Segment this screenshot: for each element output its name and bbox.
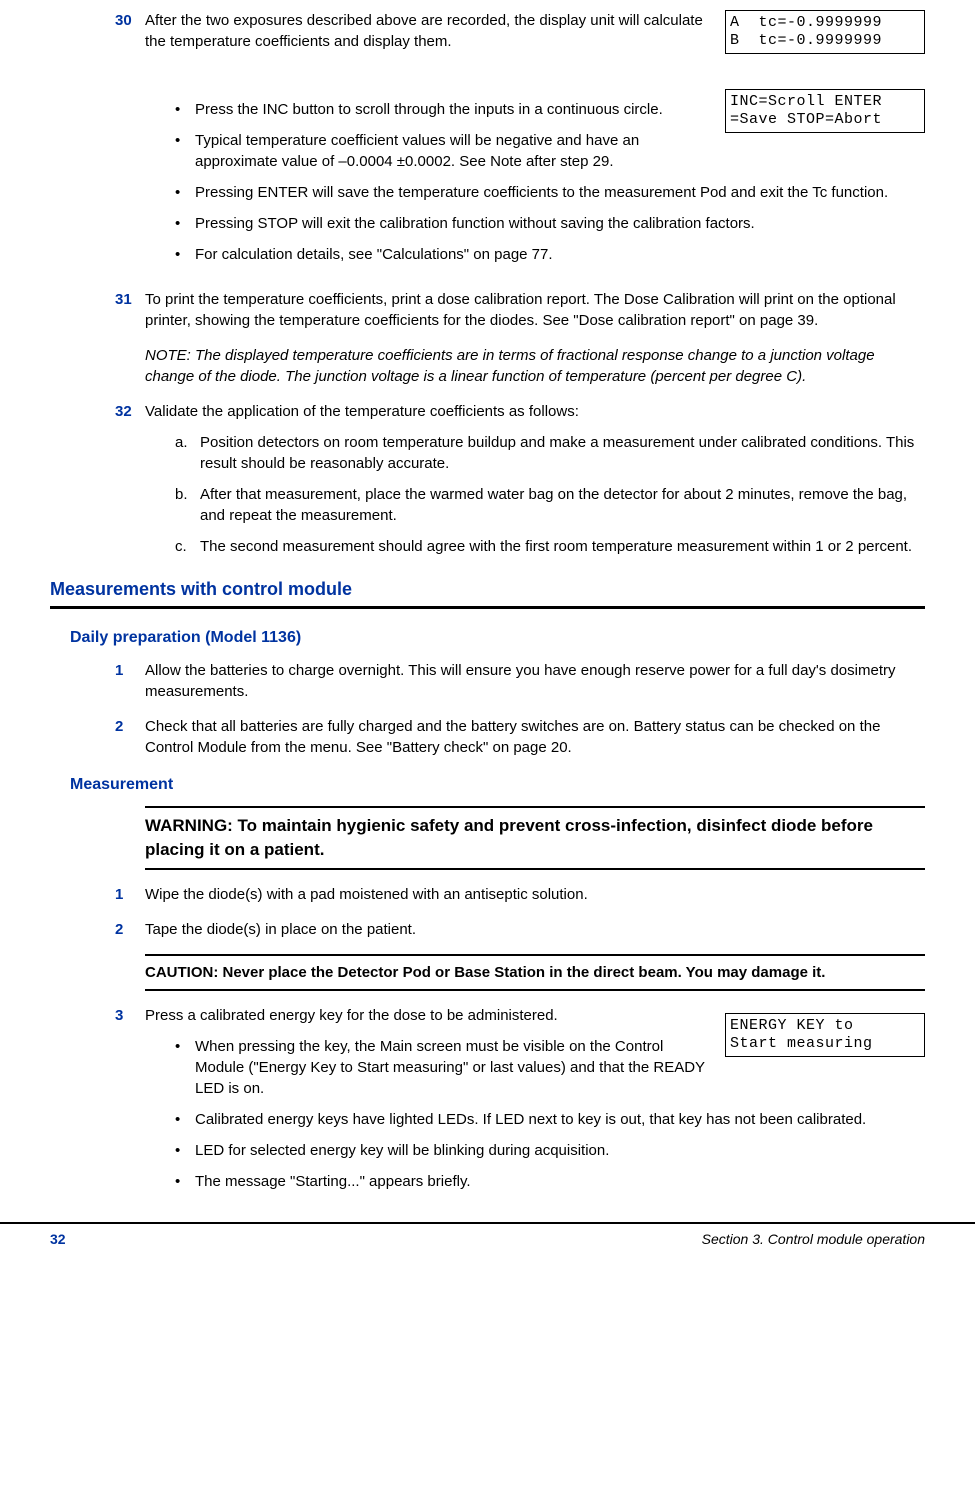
daily-step-2: 2Check that all batteries are fully char…	[145, 716, 925, 758]
step-text: Allow the batteries to charge overnight.…	[145, 662, 895, 700]
section-label: Section 3. Control module operation	[702, 1230, 925, 1250]
step-text: Wipe the diode(s) with a pad moistened w…	[145, 886, 588, 903]
caution-text: CAUTION: Never place the Detector Pod or…	[145, 964, 825, 981]
lcd-line: B tc=-0.9999999	[730, 32, 882, 49]
sub-letter: a.	[175, 432, 188, 453]
lcd-display-tc: A tc=-0.9999999 B tc=-0.9999999	[725, 10, 925, 54]
daily-step-1: 1Allow the batteries to charge overnight…	[145, 660, 925, 702]
heading-rule	[50, 606, 925, 609]
bullet-text: When pressing the key, the Main screen m…	[195, 1038, 705, 1097]
step-text: To print the temperature coefficients, p…	[145, 291, 896, 329]
step-number: 1	[115, 884, 145, 905]
warning-box: WARNING: To maintain hygienic safety and…	[145, 806, 925, 870]
bullet-item: Calibrated energy keys have lighted LEDs…	[175, 1109, 925, 1130]
bullet-text: Press the INC button to scroll through t…	[195, 101, 663, 118]
step-number: 1	[115, 660, 145, 681]
meas-step-2: 2Tape the diode(s) in place on the patie…	[145, 919, 925, 940]
step-number: 2	[115, 716, 145, 737]
heading-measurements: Measurements with control module	[50, 577, 925, 602]
bullet-item: The message "Starting..." appears briefl…	[175, 1171, 925, 1192]
sub-item: a. Position detectors on room temperature…	[175, 432, 925, 474]
bullet-text: Calibrated energy keys have lighted LEDs…	[195, 1111, 866, 1128]
step-number: 3	[115, 1005, 145, 1026]
meas-step-3: 3Press a calibrated energy key for the d…	[145, 1005, 925, 1202]
bullet-item: When pressing the key, the Main screen m…	[175, 1036, 925, 1099]
step-text: Validate the application of the temperat…	[145, 403, 579, 420]
bullet-item: Press the INC button to scroll through t…	[175, 99, 925, 120]
bullet-item: Typical temperature coefficient values w…	[175, 130, 925, 172]
step-text: After the two exposures described above …	[145, 12, 703, 50]
bullet-text: Pressing ENTER will save the temperature…	[195, 184, 888, 201]
bullet-item: For calculation details, see "Calculatio…	[175, 244, 925, 265]
bullet-text: The message "Starting..." appears briefl…	[195, 1173, 471, 1190]
bullet-text: LED for selected energy key will be blin…	[195, 1142, 609, 1159]
note: NOTE: The displayed temperature coeffici…	[145, 345, 925, 387]
sub-letter: c.	[175, 536, 187, 557]
step-text: Press a calibrated energy key for the do…	[145, 1007, 558, 1024]
heading-daily-prep: Daily preparation (Model 1136)	[70, 627, 925, 649]
step-31: 31To print the temperature coefficients,…	[145, 289, 925, 331]
warning-text: WARNING: To maintain hygienic safety and…	[145, 816, 873, 859]
step-number: 31	[115, 289, 145, 310]
sub-text: After that measurement, place the warmed…	[200, 486, 907, 524]
sub-item: c. The second measurement should agree wi…	[175, 536, 925, 557]
step-text: Tape the diode(s) in place on the patien…	[145, 921, 416, 938]
meas-step-1: 1Wipe the diode(s) with a pad moistened …	[145, 884, 925, 905]
sub-item: b. After that measurement, place the warm…	[175, 484, 925, 526]
bullet-text: Pressing STOP will exit the calibration …	[195, 215, 755, 232]
step-32: 32Validate the application of the temper…	[145, 401, 925, 557]
step-text: Check that all batteries are fully charg…	[145, 718, 880, 756]
sub-text: Position detectors on room temperature b…	[200, 434, 914, 472]
sub-text: The second measurement should agree with…	[200, 538, 912, 555]
step-number: 32	[115, 401, 145, 422]
bullet-item: Pressing STOP will exit the calibration …	[175, 213, 925, 234]
page-footer: 32 Section 3. Control module operation	[0, 1222, 975, 1256]
bullet-item: Pressing ENTER will save the temperature…	[175, 182, 925, 203]
bullet-text: Typical temperature coefficient values w…	[195, 132, 639, 170]
step-number: 30	[115, 10, 145, 31]
step-3-bullets: When pressing the key, the Main screen m…	[145, 1036, 925, 1192]
bullet-item: LED for selected energy key will be blin…	[175, 1140, 925, 1161]
step-30: A tc=-0.9999999 B tc=-0.9999999 30After …	[145, 10, 925, 275]
page-number: 32	[50, 1230, 66, 1250]
bullet-text: For calculation details, see "Calculatio…	[195, 246, 553, 263]
sub-letter: b.	[175, 484, 188, 505]
heading-measurement: Measurement	[70, 774, 925, 796]
lcd-line: ENERGY KEY to	[730, 1017, 854, 1034]
step-number: 2	[115, 919, 145, 940]
caution-box: CAUTION: Never place the Detector Pod or…	[145, 954, 925, 991]
lcd-line: A tc=-0.9999999	[730, 14, 882, 31]
